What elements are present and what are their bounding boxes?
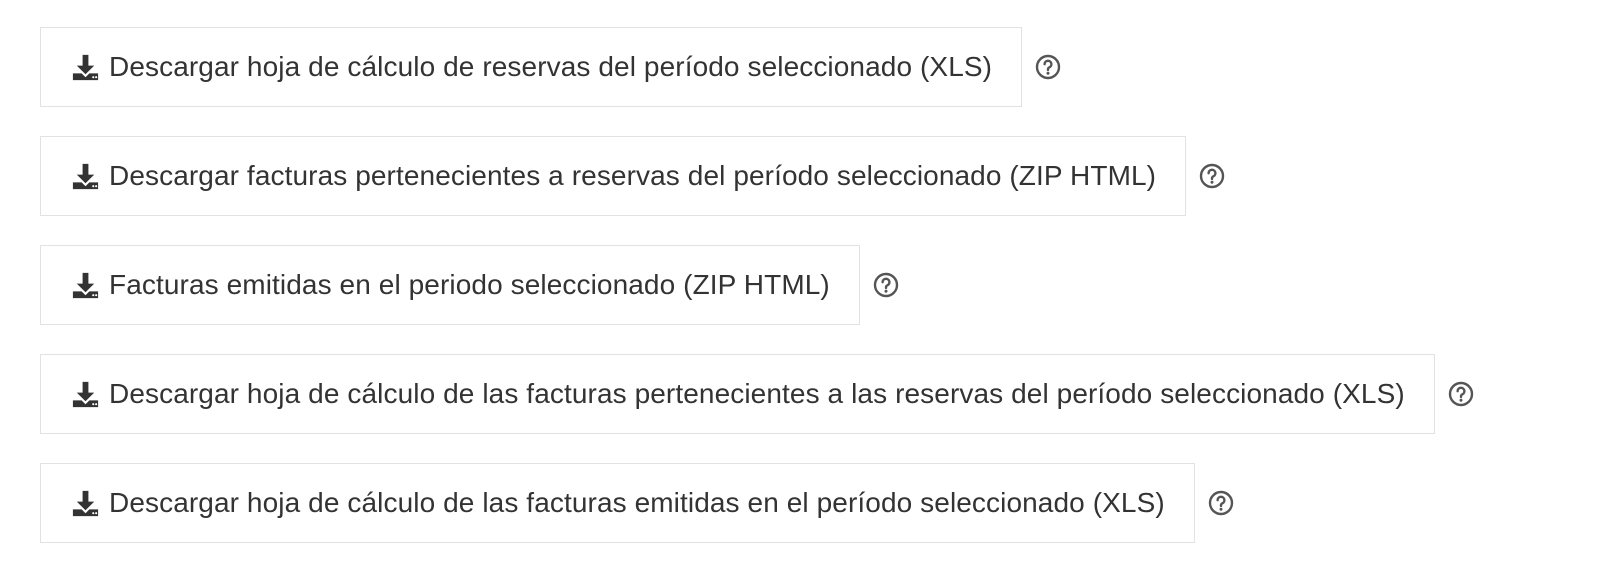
download-reservations-xls-label: Descargar hoja de cálculo de reservas de…: [109, 51, 993, 82]
download-reservation-invoices-xls-label: Descargar hoja de cálculo de las factura…: [109, 378, 1405, 409]
download-icon: [70, 488, 101, 519]
download-icon: [70, 379, 101, 410]
download-row-reservations-xls: Descargar hoja de cálculo de reservas de…: [40, 27, 1474, 107]
download-issued-invoices-zip-label: Facturas emitidas en el periodo seleccio…: [109, 269, 830, 300]
download-reservation-invoices-zip-button[interactable]: Descargar facturas pertenecientes a rese…: [40, 136, 1187, 216]
help-icon[interactable]: [1035, 54, 1061, 80]
download-issued-invoices-zip-button[interactable]: Facturas emitidas en el periodo seleccio…: [40, 245, 860, 325]
download-icon: [70, 270, 101, 301]
download-reservation-invoices-xls-button[interactable]: Descargar hoja de cálculo de las factura…: [40, 354, 1435, 434]
download-reservation-invoices-zip-label: Descargar facturas pertenecientes a rese…: [109, 160, 1157, 191]
download-issued-invoices-xls-button[interactable]: Descargar hoja de cálculo de las factura…: [40, 463, 1195, 543]
help-icon[interactable]: [1199, 163, 1225, 189]
download-row-issued-invoices-zip: Facturas emitidas en el periodo seleccio…: [40, 245, 1474, 325]
download-issued-invoices-xls-label: Descargar hoja de cálculo de las factura…: [109, 487, 1165, 518]
download-icon: [70, 161, 101, 192]
download-row-reservation-invoices-xls: Descargar hoja de cálculo de las factura…: [40, 354, 1474, 434]
download-row-issued-invoices-xls: Descargar hoja de cálculo de las factura…: [40, 463, 1474, 543]
download-reservations-xls-button[interactable]: Descargar hoja de cálculo de reservas de…: [40, 27, 1023, 107]
download-icon: [70, 52, 101, 83]
download-row-reservation-invoices-zip: Descargar facturas pertenecientes a rese…: [40, 136, 1474, 216]
help-icon[interactable]: [873, 272, 899, 298]
help-icon[interactable]: [1208, 490, 1234, 516]
help-icon[interactable]: [1448, 381, 1474, 407]
download-list: Descargar hoja de cálculo de reservas de…: [40, 27, 1474, 543]
